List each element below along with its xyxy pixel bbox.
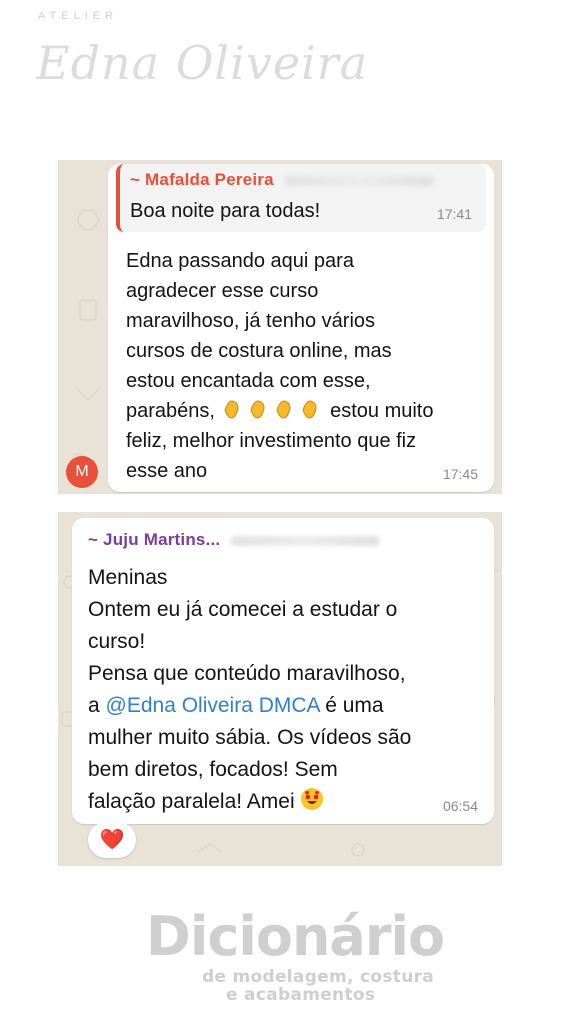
message-fragment: a xyxy=(88,694,106,717)
message-line: agradecer esse curso xyxy=(126,280,319,302)
mention-link[interactable]: @Edna Oliveira DMCA xyxy=(106,694,320,717)
message-line: Meninas xyxy=(88,566,168,589)
footer-subtitle-line1: de modelagem, costura xyxy=(202,967,435,987)
clapping-hands-emoji xyxy=(221,400,331,422)
quoted-time: 17:41 xyxy=(436,206,472,222)
quoted-sender-name: ~ Mafalda Pereira xyxy=(130,170,274,189)
message-line: feliz, melhor investimento que fiz xyxy=(126,430,417,452)
chat-screenshot-1: ~ Mafalda Pereira Boa noite para todas! … xyxy=(58,160,502,494)
message-line: Edna passando aqui para xyxy=(126,250,354,272)
message-fragment: parabéns, xyxy=(126,400,215,422)
message-text: Meninas Ontem eu já comecei a estudar o … xyxy=(88,562,488,818)
message-line-with-emoji: falação paralela! Amei xyxy=(88,786,488,818)
message-time: 06:54 xyxy=(442,798,478,814)
message-line: bem diretos, focados! Sem xyxy=(88,758,338,781)
message-line-with-emoji: parabéns, estou muito xyxy=(126,396,486,426)
footer-logo: Dicionário de modelagem, costura e acaba… xyxy=(146,905,445,1005)
blurred-phone-number xyxy=(230,535,381,546)
message-line: mulher muito sábia. Os vídeos são xyxy=(88,726,412,749)
message-line: Ontem eu já comecei a estudar o xyxy=(88,598,398,621)
message-line: estou encantada com esse, xyxy=(126,370,371,392)
brand-small: ATELIER xyxy=(38,10,119,22)
message-line: maravilhoso, já tenho vários xyxy=(126,310,376,332)
footer-subtitle-line2: e acabamentos xyxy=(226,985,376,1005)
message-fragment: estou muito xyxy=(330,400,434,422)
message-line: Pensa que conteúdo maravilhoso, xyxy=(88,662,406,685)
message-bubble-1[interactable]: ~ Mafalda Pereira Boa noite para todas! … xyxy=(108,164,494,492)
footer-title: Dicionário xyxy=(146,905,445,968)
message-fragment: é uma xyxy=(319,694,384,717)
heart-eyes-emoji xyxy=(300,788,324,813)
blurred-phone-number xyxy=(283,175,434,186)
message-line: cursos de costura online, mas xyxy=(126,340,392,362)
message-bubble-2[interactable]: ~ Juju Martins... Meninas Ontem eu já co… xyxy=(72,518,494,824)
message-line-with-mention: a @Edna Oliveira DMCA é uma xyxy=(88,690,488,722)
message-line: curso! xyxy=(88,630,146,653)
quoted-reply[interactable]: ~ Mafalda Pereira Boa noite para todas! … xyxy=(116,164,486,232)
brand-script: Edna Oliveira xyxy=(36,36,369,90)
message-line: esse ano xyxy=(126,460,208,482)
sender-name: ~ Juju Martins... xyxy=(88,530,221,549)
message-fragment: falação paralela! Amei xyxy=(88,790,301,813)
quoted-text: Boa noite para todas! xyxy=(130,200,321,222)
avatar[interactable]: M xyxy=(66,456,98,488)
message-time: 17:45 xyxy=(442,466,478,482)
chat-screenshot-2: ~ Juju Martins... Meninas Ontem eu já co… xyxy=(58,512,502,866)
heart-reaction-icon[interactable]: ❤️ xyxy=(88,822,136,858)
message-text: Edna passando aqui para agradecer esse c… xyxy=(126,246,486,486)
